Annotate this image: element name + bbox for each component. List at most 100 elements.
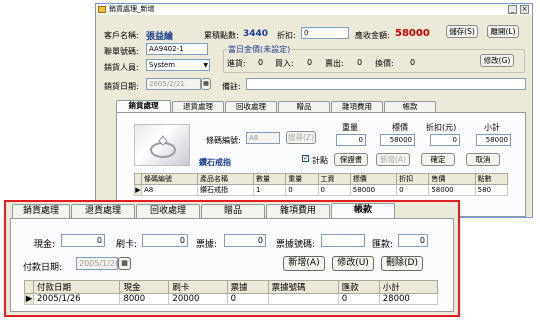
column-header[interactable]: 票據 — [226, 280, 269, 294]
column-header[interactable]: 點數 — [474, 173, 509, 185]
column-header[interactable]: 匯款 — [337, 280, 380, 294]
table-cell[interactable]: 0 — [337, 293, 380, 305]
tab-recycle[interactable]: 回收處理 — [225, 101, 277, 112]
pay-date-label: 付款日期: — [23, 263, 63, 273]
tab-accounts[interactable]: 帳款 — [384, 101, 436, 112]
column-header[interactable]: 數量 — [253, 173, 287, 185]
gold-modify-button[interactable]: 修改(G) — [480, 54, 514, 67]
table-cell[interactable]: 580 — [474, 184, 509, 196]
price-input[interactable]: 58000 — [380, 134, 415, 146]
column-header[interactable]: 重量 — [285, 173, 319, 185]
table-row[interactable]: ▶ 2005/1/26 8000 20000 0 0 28000 — [24, 293, 439, 305]
check-input[interactable]: 0 — [224, 234, 266, 247]
tab-returns-zoom[interactable]: 退貨處理 — [71, 204, 135, 218]
table-header: 條碼編號 產品名稱 數量 重量 工資 標價 折扣 售價 點數 — [134, 173, 509, 185]
cash-input[interactable]: 0 — [61, 234, 105, 247]
table-cell[interactable]: 0 — [317, 184, 351, 196]
tab-sales[interactable]: 銷貨處理 — [116, 100, 171, 112]
table-cell[interactable]: 58000 — [428, 184, 476, 196]
table-cell[interactable]: 0 — [396, 184, 430, 196]
accounts-zoom-panel: 銷貨處理 退貨處理 回收處理 贈品 雜項費用 帳款 現金: 0 刷卡: 0 票據… — [4, 200, 460, 317]
table-cell[interactable]: 0 — [226, 293, 269, 305]
add-item-button[interactable]: 新增(A) — [376, 153, 410, 166]
note-label: 備註: — [222, 82, 241, 91]
chevron-down-icon: ▼ — [203, 62, 208, 69]
cancel-button[interactable]: 取消 — [466, 153, 500, 166]
row-marker-icon: ▶ — [24, 293, 34, 305]
save-button[interactable]: 儲存(S) — [446, 25, 478, 38]
gold-sell-in-label: 進貨: — [227, 59, 246, 68]
table-row[interactable]: ▶ A8 鑽石戒指 1 0 0 58000 0 58000 580 — [134, 184, 509, 196]
discount-amount-input[interactable]: 0 — [430, 134, 460, 146]
app-icon — [98, 6, 106, 13]
member-no-input[interactable]: AA9402-1 — [146, 43, 208, 55]
count-points-checkbox[interactable]: ✓ — [302, 155, 309, 162]
discount-label: 折扣: — [277, 31, 296, 40]
table-cell[interactable]: 28000 — [378, 293, 439, 305]
cash-label: 現金: — [34, 240, 56, 250]
barcode-input[interactable]: A8 — [246, 132, 280, 144]
weight-input[interactable]: 0 — [336, 134, 366, 146]
tab-sales-zoom[interactable]: 銷貨處理 — [12, 204, 70, 218]
table-cell[interactable]: A8 — [140, 184, 199, 196]
table-cell[interactable]: 鑽石戒指 — [197, 184, 255, 196]
column-header[interactable]: 票據號碼 — [267, 280, 339, 294]
tab-returns[interactable]: 退貨處理 — [172, 101, 224, 112]
column-header[interactable]: 售價 — [428, 173, 476, 185]
warranty-button[interactable]: 保證書 — [334, 153, 368, 166]
confirm-button[interactable]: 確定 — [421, 153, 455, 166]
column-header[interactable]: 標價 — [349, 173, 398, 185]
card-input[interactable]: 0 — [142, 234, 188, 247]
gold-price-title: 當日金價(未設定) — [227, 44, 292, 55]
close-icon[interactable]: × — [520, 5, 529, 14]
table-cell[interactable]: 1 — [253, 184, 287, 196]
table-cell[interactable] — [267, 293, 339, 305]
table-cell[interactable]: 20000 — [168, 293, 228, 305]
table-header: 付款日期 現金 刷卡 票據 票據號碼 匯款 小計 — [24, 280, 439, 294]
table-cell[interactable]: 58000 — [349, 184, 398, 196]
salesperson-label: 銷貨人員: — [104, 63, 139, 72]
column-header[interactable]: 付款日期 — [32, 280, 121, 294]
column-header[interactable]: 條碼編號 — [140, 173, 199, 185]
table-cell[interactable]: 8000 — [119, 293, 170, 305]
title-bar: 銷貨處理_新增 — [96, 4, 532, 15]
sales-date-input[interactable]: 2005/2/21 — [146, 78, 201, 90]
tab-misc-fees[interactable]: 雜項費用 — [331, 101, 383, 112]
pay-date-input[interactable]: 2005/1/26 — [76, 257, 120, 270]
note-input[interactable] — [246, 78, 526, 90]
row-indicator-header — [134, 173, 142, 185]
gold-sell-out-label: 賣出: — [325, 59, 344, 68]
tab-misc-fees-zoom[interactable]: 雜項費用 — [266, 204, 330, 218]
search-button[interactable]: 搜尋(Z) — [286, 131, 316, 144]
tab-gifts-zoom[interactable]: 贈品 — [201, 204, 265, 218]
edit-payment-button[interactable]: 修改(U) — [332, 256, 374, 271]
tab-accounts-zoom[interactable]: 帳款 — [331, 203, 395, 218]
discount-input[interactable]: 0 — [301, 27, 349, 39]
table-cell[interactable]: 0 — [285, 184, 319, 196]
column-header[interactable]: 小計 — [378, 280, 439, 294]
add-payment-button[interactable]: 新增(A) — [283, 256, 325, 271]
column-header[interactable]: 折扣 — [396, 173, 430, 185]
row-indicator-header — [24, 280, 34, 294]
calendar-icon[interactable]: ▦ — [201, 78, 211, 90]
column-header[interactable]: 刷卡 — [168, 280, 228, 294]
check-no-input[interactable] — [321, 234, 365, 247]
table-cell[interactable]: 2005/1/26 — [32, 293, 121, 305]
delete-payment-button[interactable]: 刪除(D) — [381, 256, 423, 271]
column-header[interactable]: 現金 — [119, 280, 170, 294]
remit-input[interactable]: 0 — [398, 234, 428, 247]
minimize-button[interactable]: _ — [508, 5, 517, 14]
discount-amount-label: 折扣(元) — [426, 123, 457, 132]
tab-recycle-zoom[interactable]: 回收處理 — [136, 204, 200, 218]
column-header[interactable]: 產品名稱 — [197, 173, 255, 185]
leave-button[interactable]: 離開(L) — [487, 25, 519, 38]
window-title: 銷貨處理_新增 — [109, 5, 155, 13]
ring-icon — [150, 135, 176, 158]
salesperson-select[interactable]: System ▼ — [146, 59, 210, 71]
tab-gifts[interactable]: 贈品 — [278, 101, 330, 112]
column-header[interactable]: 工資 — [317, 173, 351, 185]
subtotal-input[interactable]: 58000 — [476, 134, 511, 146]
calendar-icon[interactable]: ▦ — [118, 257, 131, 270]
check-no-label: 票據號碼: — [276, 240, 316, 250]
sales-date-label: 銷貨日期: — [104, 82, 139, 91]
